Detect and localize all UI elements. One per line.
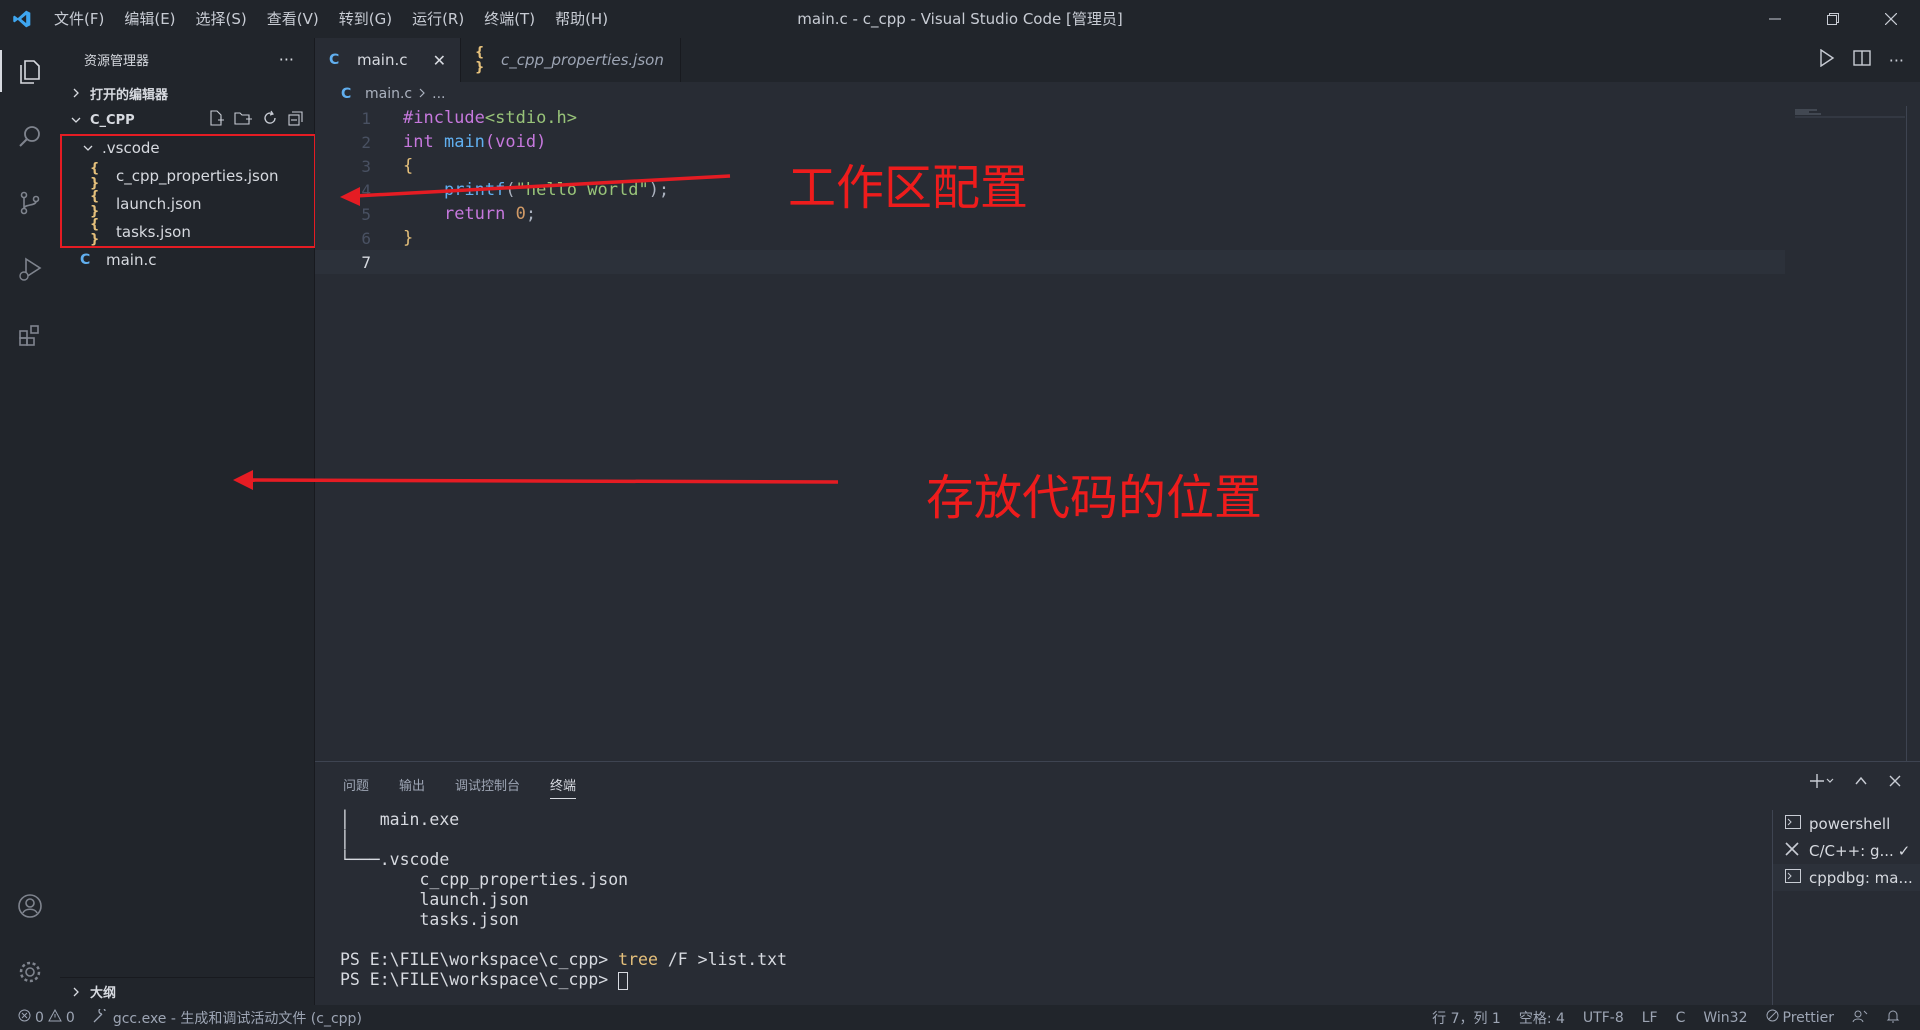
- terminal-output[interactable]: │ main.exe │ └───.vscode c_cpp_propertie…: [340, 810, 787, 990]
- arrow-to-sidebar: [249, 478, 839, 484]
- cursor-position[interactable]: 行 7，列 1: [1432, 1008, 1501, 1028]
- terminal-list: powershell C/C++: g... ✓ cppdbg: ma...: [1772, 810, 1920, 1006]
- terminal-item-label: C/C++: g...: [1809, 841, 1894, 860]
- terminal-command: tree: [618, 950, 658, 969]
- arrow-to-vscode-folder: [354, 174, 731, 198]
- feedback-icon[interactable]: [1852, 1009, 1868, 1027]
- maximize-panel-icon[interactable]: [1854, 774, 1868, 792]
- tools-icon: [93, 1006, 107, 1027]
- problems-status[interactable]: 0 0: [18, 1008, 75, 1026]
- language-mode[interactable]: C: [1676, 1010, 1686, 1026]
- indentation[interactable]: 空格: 4: [1519, 1008, 1565, 1028]
- annotation-code-location: 存放代码的位置: [926, 470, 1263, 526]
- terminal-item-label: cppdbg: ma...: [1809, 868, 1913, 887]
- prettier-label: Prettier: [1782, 1009, 1835, 1026]
- new-terminal-icon[interactable]: [1810, 774, 1834, 792]
- terminal-cursor: [618, 971, 629, 990]
- arrowhead: [233, 470, 253, 490]
- terminal-prompt: PS E:\FILE\workspace\c_cpp>: [340, 970, 619, 989]
- terminal-line: │: [340, 830, 350, 849]
- terminal-line: launch.json: [340, 890, 529, 909]
- terminal-line: c_cpp_properties.json: [340, 870, 629, 889]
- prohibited-icon: [1766, 1009, 1779, 1026]
- terminal-item-cpp-task[interactable]: C/C++: g... ✓: [1773, 837, 1920, 864]
- warning-icon: [48, 1008, 62, 1026]
- tab-problems[interactable]: 问题: [343, 775, 369, 794]
- terminal-item-cppdbg[interactable]: cppdbg: ma...: [1773, 864, 1920, 891]
- terminal-item-powershell[interactable]: powershell: [1773, 810, 1920, 837]
- bottom-panel: 问题 输出 调试控制台 终端 │ main.exe │ └───.vscode …: [315, 761, 1920, 1006]
- prettier-status[interactable]: Prettier: [1766, 1009, 1835, 1026]
- task-status[interactable]: gcc.exe - 生成和调试活动文件 (c_cpp): [93, 1006, 362, 1028]
- warning-count: 0: [65, 1009, 75, 1026]
- close-panel-icon[interactable]: [1888, 774, 1902, 792]
- terminal-command-line: PS E:\FILE\workspace\c_cpp> tree /F >lis…: [340, 950, 787, 970]
- platform[interactable]: Win32: [1703, 1010, 1747, 1026]
- end-of-line[interactable]: LF: [1642, 1010, 1658, 1026]
- terminal-input-line: PS E:\FILE\workspace\c_cpp>: [340, 970, 787, 990]
- error-icon: [18, 1009, 31, 1026]
- tab-terminal[interactable]: 终端: [550, 775, 577, 799]
- terminal-icon: [1785, 814, 1803, 833]
- terminal-line: │ main.exe: [340, 810, 460, 829]
- terminal-line: └───.vscode: [340, 850, 450, 869]
- annotation-workspace-config: 工作区配置: [788, 160, 1029, 216]
- notifications-bell-icon[interactable]: [1886, 1009, 1900, 1027]
- task-label: gcc.exe - 生成和调试活动文件 (c_cpp): [112, 1010, 362, 1027]
- encoding[interactable]: UTF-8: [1583, 1010, 1624, 1026]
- tab-debug-console[interactable]: 调试控制台: [455, 775, 520, 794]
- tab-output[interactable]: 输出: [399, 775, 425, 794]
- terminal-line: tasks.json: [340, 910, 519, 929]
- arrowhead: [340, 187, 360, 206]
- error-count: 0: [35, 1009, 44, 1026]
- terminal-prompt: PS E:\FILE\workspace\c_cpp>: [340, 950, 619, 969]
- status-bar: 0 0 gcc.exe - 生成和调试活动文件 (c_cpp) 行 7，列 1 …: [0, 1005, 1920, 1030]
- terminal-args: /F >list.txt: [657, 950, 788, 969]
- terminal-item-label: powershell: [1809, 814, 1891, 833]
- tools-icon: [1785, 841, 1803, 860]
- check-icon: ✓: [1897, 841, 1911, 860]
- terminal-icon: [1785, 868, 1803, 887]
